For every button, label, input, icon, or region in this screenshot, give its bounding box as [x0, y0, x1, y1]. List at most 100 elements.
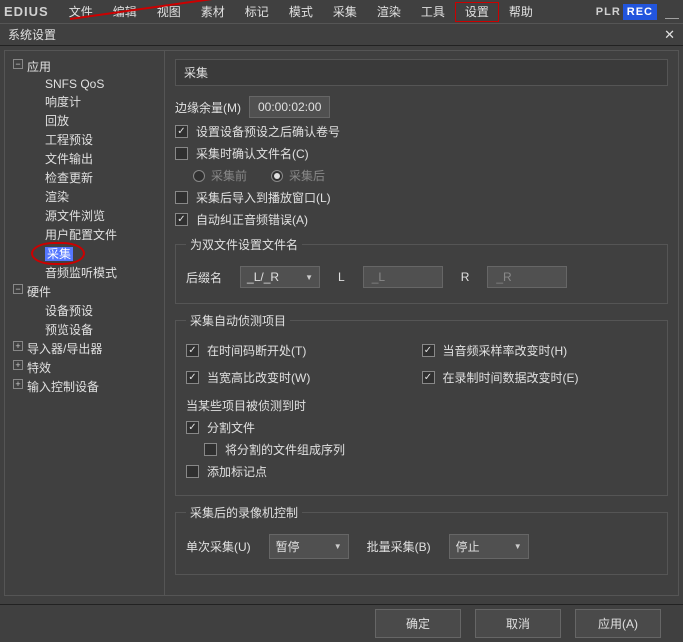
menu-帮助[interactable]: 帮助 — [499, 2, 543, 22]
tree-特效[interactable]: + 特效 — [9, 358, 160, 377]
tree-导入器/导出器[interactable]: + 导入器/导出器 — [9, 339, 160, 358]
tc-break-label: 在时间码断开处(T) — [207, 342, 306, 359]
splitfile-checkbox[interactable] — [186, 421, 199, 434]
single-dropdown[interactable]: 暂停▼ — [269, 534, 349, 559]
tree-文件输出[interactable]: 文件输出 — [9, 149, 160, 168]
vtr-fieldset: 采集后的录像机控制 单次采集(U) 暂停▼ 批量采集(B) 停止▼ — [175, 504, 668, 575]
r-label: R — [461, 270, 470, 284]
tree-回放[interactable]: 回放 — [9, 111, 160, 130]
recdata-checkbox[interactable] — [422, 371, 435, 384]
samplerate-checkbox[interactable] — [422, 344, 435, 357]
addmarker-checkbox[interactable] — [186, 465, 199, 478]
menu-采集[interactable]: 采集 — [323, 2, 367, 22]
expand-icon[interactable]: − — [13, 284, 23, 294]
tree-用户配置文件[interactable]: 用户配置文件 — [9, 225, 160, 244]
aspect-checkbox[interactable] — [186, 371, 199, 384]
tree-label: 应用 — [27, 60, 51, 74]
tree-检查更新[interactable]: 检查更新 — [9, 168, 160, 187]
import-playback-checkbox[interactable] — [175, 191, 188, 204]
dialog-footer: 确定 取消 应用(A) — [0, 604, 683, 642]
brand-plr: PLR — [596, 6, 621, 18]
tree-label: 响度计 — [45, 95, 81, 109]
expand-icon[interactable]: + — [13, 341, 23, 351]
autofix-audio-checkbox[interactable] — [175, 213, 188, 226]
margin-input[interactable]: 00:00:02:00 — [249, 96, 330, 118]
import-playback-label: 采集后导入到播放窗口(L) — [196, 189, 331, 206]
tree-渲染[interactable]: 渲染 — [9, 187, 160, 206]
menu-视图[interactable]: 视图 — [147, 2, 191, 22]
menu-模式[interactable]: 模式 — [279, 2, 323, 22]
tree-SNFS QoS[interactable]: SNFS QoS — [9, 76, 160, 92]
tree-label: 预览设备 — [45, 323, 93, 337]
addmarker-label: 添加标记点 — [207, 463, 267, 480]
tree-label: 音频监听模式 — [45, 266, 117, 280]
suffix-dropdown[interactable]: _L/_R▼ — [240, 266, 320, 288]
batch-label: 批量采集(B) — [367, 538, 431, 555]
tree-label: 工程预设 — [45, 133, 93, 147]
chevron-down-icon: ▼ — [514, 542, 522, 551]
confirm-filename-checkbox[interactable] — [175, 147, 188, 160]
menu-设置[interactable]: 设置 — [455, 2, 499, 22]
tree-label: 回放 — [45, 114, 69, 128]
expand-icon[interactable]: − — [13, 59, 23, 69]
menu-素材[interactable]: 素材 — [191, 2, 235, 22]
menu-工具[interactable]: 工具 — [411, 2, 455, 22]
expand-icon[interactable]: + — [13, 360, 23, 370]
menu-标记[interactable]: 标记 — [235, 2, 279, 22]
chevron-down-icon: ▼ — [334, 542, 342, 551]
margin-label: 边缘余量(M) — [175, 99, 241, 116]
before-radio[interactable] — [193, 170, 205, 182]
tree-label: 用户配置文件 — [45, 228, 117, 242]
menu-编辑[interactable]: 编辑 — [103, 2, 147, 22]
tree-label: 采集 — [45, 247, 73, 261]
tree-label: 文件输出 — [45, 152, 93, 166]
tree-工程预设[interactable]: 工程预设 — [9, 130, 160, 149]
aspect-label: 当宽高比改变时(W) — [207, 369, 310, 386]
tc-break-checkbox[interactable] — [186, 344, 199, 357]
confirm-reel-checkbox[interactable] — [175, 125, 188, 138]
panel-title: 采集 — [175, 59, 668, 86]
before-radio-label: 采集前 — [211, 167, 247, 184]
after-radio-label: 采集后 — [289, 167, 325, 184]
tree-label: 硬件 — [27, 285, 51, 299]
makeseq-checkbox[interactable] — [204, 443, 217, 456]
minimize-icon[interactable]: ＿ — [665, 2, 679, 22]
tree-音频监听模式[interactable]: 音频监听模式 — [9, 263, 160, 282]
confirm-filename-label: 采集时确认文件名(C) — [196, 145, 309, 162]
tree-应用[interactable]: −应用 — [9, 57, 160, 76]
tree-设备预设[interactable]: 设备预设 — [9, 301, 160, 320]
l-label: L — [338, 270, 345, 284]
cancel-button[interactable]: 取消 — [475, 609, 561, 638]
l-suffix-input[interactable]: _L — [363, 266, 443, 288]
menu-渲染[interactable]: 渲染 — [367, 2, 411, 22]
batch-dropdown[interactable]: 停止▼ — [449, 534, 529, 559]
vtr-legend: 采集后的录像机控制 — [186, 504, 302, 521]
tree-硬件[interactable]: −硬件 — [9, 282, 160, 301]
tree-label: 源文件浏览 — [45, 209, 105, 223]
expand-icon[interactable]: + — [13, 379, 23, 389]
dialog-titlebar: 系统设置 ✕ — [0, 24, 683, 46]
tree-label: 导入器/导出器 — [27, 342, 102, 356]
after-radio[interactable] — [271, 170, 283, 182]
ok-button[interactable]: 确定 — [375, 609, 461, 638]
single-label: 单次采集(U) — [186, 538, 251, 555]
apply-button[interactable]: 应用(A) — [575, 609, 661, 638]
makeseq-label: 将分割的文件组成序列 — [225, 441, 345, 458]
tree-label: 设备预设 — [45, 304, 93, 318]
close-icon[interactable]: ✕ — [664, 27, 675, 43]
tree-采集[interactable]: 采集 — [9, 244, 160, 263]
r-suffix-input[interactable]: _R — [487, 266, 567, 288]
tree-源文件浏览[interactable]: 源文件浏览 — [9, 206, 160, 225]
tree-输入控制设备[interactable]: + 输入控制设备 — [9, 377, 160, 396]
tree-预览设备[interactable]: 预览设备 — [9, 320, 160, 339]
brand-rec: REC — [623, 4, 657, 20]
tree-响度计[interactable]: 响度计 — [9, 92, 160, 111]
autofix-audio-label: 自动纠正音频错误(A) — [196, 211, 308, 228]
tree-label: 输入控制设备 — [27, 380, 99, 394]
menu-文件[interactable]: 文件 — [59, 2, 103, 22]
app-logo: EDIUS — [4, 4, 49, 19]
tree-label: 特效 — [27, 361, 51, 375]
autodetect-fieldset: 采集自动侦测项目 在时间码断开处(T) 当音频采样率改变时(H) 当宽高比改变时… — [175, 312, 668, 496]
settings-content: 采集 边缘余量(M) 00:00:02:00 设置设备预设之后确认卷号 采集时确… — [165, 51, 678, 595]
splitfile-label: 分割文件 — [207, 419, 255, 436]
